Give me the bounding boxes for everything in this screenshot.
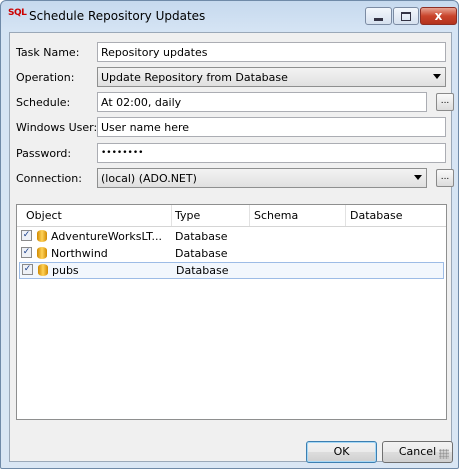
- size-grip-icon[interactable]: [439, 449, 449, 459]
- object-cell: Northwind: [51, 247, 108, 260]
- connection-value: (local) (ADO.NET): [101, 172, 197, 185]
- operation-value: Update Repository from Database: [101, 71, 288, 84]
- objects-grid[interactable]: Object Type Schema Database ✓ AdventureW…: [16, 204, 447, 420]
- minimize-button[interactable]: [365, 7, 392, 25]
- column-divider[interactable]: [345, 205, 346, 226]
- database-icon: [38, 264, 48, 276]
- column-header-object[interactable]: Object: [26, 209, 62, 222]
- operation-label: Operation:: [16, 71, 75, 84]
- type-cell: Database: [175, 230, 228, 243]
- schedule-browse-button[interactable]: ...: [436, 93, 454, 111]
- object-cell: pubs: [52, 264, 79, 277]
- minimize-icon: [374, 17, 383, 21]
- schedule-label: Schedule:: [16, 96, 71, 109]
- task-name-label: Task Name:: [16, 46, 80, 59]
- operation-select[interactable]: Update Repository from Database: [97, 67, 446, 87]
- connection-label: Connection:: [16, 172, 82, 185]
- maximize-icon: [401, 11, 411, 21]
- type-cell: Database: [176, 264, 229, 277]
- column-header-database[interactable]: Database: [350, 209, 403, 222]
- column-header-schema[interactable]: Schema: [254, 209, 298, 222]
- connection-select[interactable]: (local) (ADO.NET): [97, 168, 427, 188]
- windows-user-label: Windows User:: [16, 121, 98, 134]
- type-cell: Database: [175, 247, 228, 260]
- window-title: Schedule Repository Updates: [29, 9, 206, 23]
- sql-app-icon: SQL: [8, 8, 27, 22]
- password-label: Password:: [16, 147, 72, 160]
- close-icon: x: [434, 9, 443, 23]
- maximize-button[interactable]: [393, 7, 419, 25]
- grid-header: Object Type Schema Database: [17, 205, 446, 227]
- database-icon: [37, 230, 47, 242]
- dialog-body: Task Name: Repository updates Operation:…: [9, 32, 454, 463]
- column-divider[interactable]: [249, 205, 250, 226]
- windows-user-input[interactable]: User name here: [97, 117, 446, 137]
- title-bar[interactable]: SQL Schedule Repository Updates x: [1, 1, 458, 31]
- connection-browse-button[interactable]: ...: [436, 169, 454, 187]
- password-input[interactable]: ••••••••: [97, 143, 446, 163]
- column-header-type[interactable]: Type: [175, 209, 200, 222]
- table-row-selected[interactable]: ✓ pubs Database: [19, 262, 444, 279]
- table-row[interactable]: ✓ AdventureWorksLT... Database: [17, 228, 446, 245]
- schedule-input[interactable]: At 02:00, daily: [97, 92, 427, 112]
- ok-button[interactable]: OK: [306, 441, 377, 463]
- close-button[interactable]: x: [420, 7, 457, 25]
- checkbox-icon[interactable]: ✓: [21, 230, 32, 241]
- dialog-window: SQL Schedule Repository Updates x Task N…: [0, 0, 459, 469]
- column-divider[interactable]: [171, 205, 172, 226]
- database-icon: [37, 247, 47, 259]
- checkbox-icon[interactable]: ✓: [22, 264, 33, 275]
- table-row[interactable]: ✓ Northwind Database: [17, 245, 446, 262]
- dropdown-arrow-icon: [414, 175, 422, 180]
- dropdown-arrow-icon: [433, 74, 441, 79]
- app-icon-text: SQL: [8, 8, 27, 18]
- object-cell: AdventureWorksLT...: [51, 230, 162, 243]
- task-name-input[interactable]: Repository updates: [97, 42, 446, 62]
- checkbox-icon[interactable]: ✓: [21, 247, 32, 258]
